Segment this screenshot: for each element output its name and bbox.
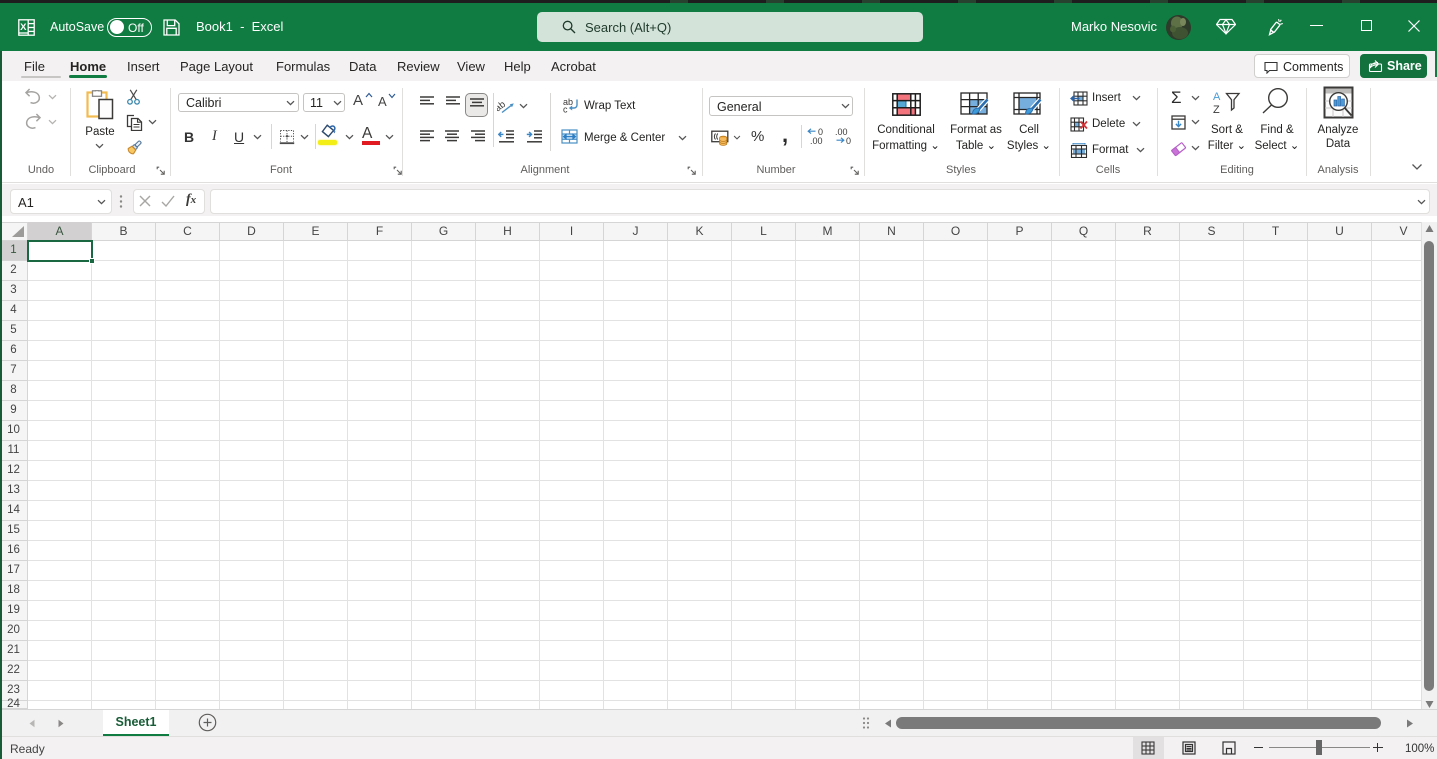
svg-text:A: A bbox=[1213, 91, 1221, 103]
svg-text:X: X bbox=[20, 22, 27, 33]
svg-text:c: c bbox=[563, 105, 568, 114]
svg-text:0: 0 bbox=[846, 136, 851, 145]
svg-text:.00: .00 bbox=[810, 136, 823, 145]
svg-text:Z: Z bbox=[1213, 104, 1220, 116]
